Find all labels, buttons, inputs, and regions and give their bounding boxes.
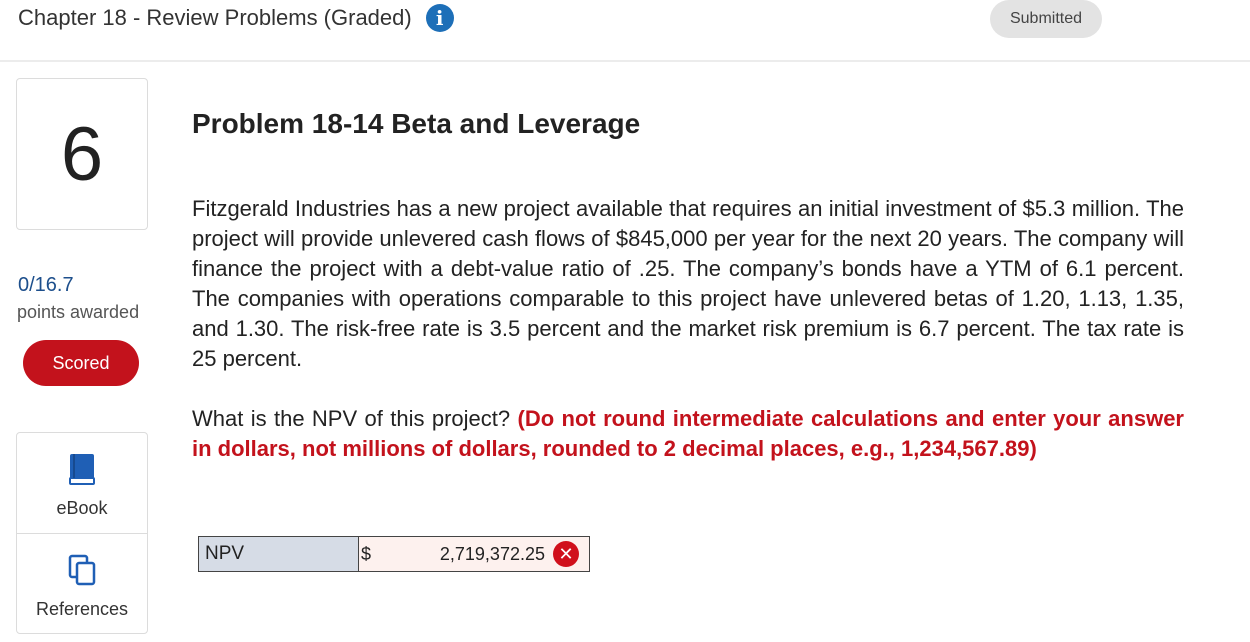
problem-body: Fitzgerald Industries has a new project … [192, 196, 1184, 371]
currency-symbol: $ [361, 543, 372, 564]
ebook-label: eBook [56, 498, 108, 518]
assignment-title: Chapter 18 - Review Problems (Graded) i [18, 4, 454, 32]
incorrect-x-icon: ✕ [553, 541, 579, 567]
header-bar: Chapter 18 - Review Problems (Graded) i … [0, 0, 1250, 62]
tools-panel: eBook References [16, 432, 148, 634]
npv-label: NPV [199, 537, 359, 571]
question-text: What is the NPV of this project? (Do not… [192, 404, 1184, 464]
ebook-button[interactable]: eBook [17, 433, 147, 533]
score-value: 0/16.7 [18, 274, 74, 296]
problem-title: Problem 18-14 Beta and Leverage [192, 108, 641, 139]
references-label: References [35, 599, 129, 619]
references-button[interactable]: References [17, 533, 147, 633]
question-number: 6 [16, 78, 148, 230]
info-icon[interactable]: i [425, 4, 454, 32]
chapter-title-text: Chapter 18 - Review Problems (Graded) [18, 5, 412, 30]
documents-icon [67, 554, 97, 591]
answer-row: NPV $ 2,719,372.25 ✕ [198, 536, 590, 572]
score-label: points awarded [17, 302, 140, 322]
scored-button[interactable]: Scored [23, 340, 139, 386]
question-prompt: What is the NPV of this project? [192, 406, 511, 431]
book-icon [68, 453, 96, 490]
npv-input[interactable]: $ 2,719,372.25 ✕ [359, 537, 589, 571]
submitted-badge: Submitted [990, 0, 1102, 38]
npv-value[interactable]: 2,719,372.25 [440, 544, 545, 565]
